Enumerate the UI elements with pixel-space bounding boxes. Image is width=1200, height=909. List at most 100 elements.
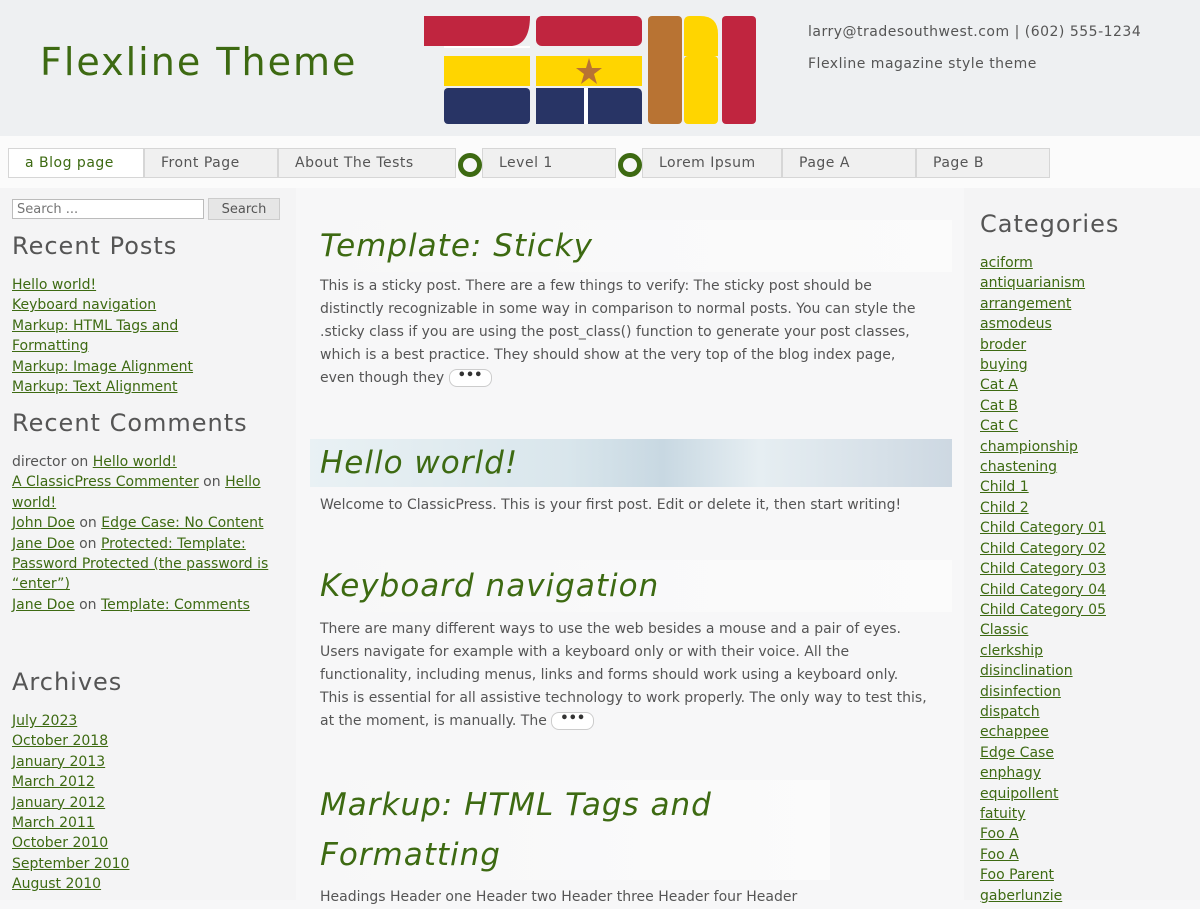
comment-author-link[interactable]: Jane Doe: [12, 536, 75, 552]
category-link[interactable]: antiquarianism: [980, 275, 1085, 291]
comment-item: Jane Doe on Protected: Template: Passwor…: [12, 534, 288, 595]
nav-item-lorem-ipsum[interactable]: Lorem Ipsum: [642, 148, 782, 178]
archive-link[interactable]: August 2010: [12, 876, 101, 892]
categories-list: aciform antiquarianism arrangement asmod…: [980, 253, 1106, 906]
comment-on-text: on: [79, 515, 97, 532]
category-link[interactable]: Cat B: [980, 398, 1018, 414]
archive-link[interactable]: September 2010: [12, 856, 129, 872]
post-title-link[interactable]: Keyboard navigation: [310, 560, 952, 612]
category-link[interactable]: Child 2: [980, 500, 1029, 516]
nav-item-page-b[interactable]: Page B: [916, 148, 1050, 178]
category-link[interactable]: Child Category 05: [980, 602, 1106, 618]
recent-post-link[interactable]: Hello world!: [12, 277, 96, 293]
category-link[interactable]: disinfection: [980, 684, 1061, 700]
category-link[interactable]: Cat C: [980, 418, 1018, 434]
category-link[interactable]: Foo A: [980, 847, 1019, 863]
recent-comments-list: director on Hello world! A ClassicPress …: [12, 452, 288, 615]
comment-item: director on Hello world!: [12, 452, 288, 472]
category-link[interactable]: championship: [980, 439, 1078, 455]
category-link[interactable]: aciform: [980, 255, 1033, 271]
category-link[interactable]: asmodeus: [980, 316, 1052, 332]
category-link[interactable]: buying: [980, 357, 1028, 373]
post-title-link[interactable]: Markup: HTML Tags and Formatting: [310, 780, 830, 880]
archive-link[interactable]: March 2011: [12, 815, 95, 831]
category-link[interactable]: Child Category 02: [980, 541, 1106, 557]
post-excerpt-text: This is a sticky post. There are a few t…: [320, 278, 916, 386]
recent-post-link[interactable]: Keyboard navigation: [12, 297, 156, 313]
comment-author: director: [12, 454, 67, 470]
post-title-link[interactable]: Template: Sticky: [310, 220, 952, 272]
nav-item-blog-page[interactable]: a Blog page: [8, 148, 144, 178]
search-input[interactable]: [12, 199, 204, 219]
post-title-link[interactable]: Hello world!: [310, 439, 952, 487]
comment-post-link[interactable]: Edge Case: No Content: [101, 515, 263, 531]
archive-link[interactable]: October 2010: [12, 835, 108, 851]
site-tagline: Flexline magazine style theme: [808, 56, 1037, 72]
category-link[interactable]: Foo A: [980, 826, 1019, 842]
site-logo[interactable]: [424, 16, 756, 124]
site-header: Flexline Theme larry@tradesouthwest.com …: [0, 0, 1200, 136]
post-excerpt: This is a sticky post. There are a few t…: [320, 275, 930, 390]
category-link[interactable]: dispatch: [980, 704, 1040, 720]
site-title[interactable]: Flexline Theme: [40, 40, 357, 84]
comment-on-text: on: [79, 535, 97, 552]
archive-link[interactable]: July 2023: [12, 713, 77, 729]
nav-item-about-the-tests[interactable]: About The Tests: [278, 148, 456, 178]
category-link[interactable]: Classic: [980, 622, 1028, 638]
recent-posts-heading: Recent Posts: [12, 232, 178, 260]
category-link[interactable]: Child Category 04: [980, 582, 1106, 598]
category-link[interactable]: Cat A: [980, 377, 1018, 393]
comment-author-link[interactable]: John Doe: [12, 515, 75, 531]
archive-link[interactable]: January 2013: [12, 754, 105, 770]
search-button[interactable]: Search: [208, 198, 280, 220]
post-excerpt: Welcome to ClassicPress. This is your fi…: [320, 497, 902, 513]
archives-list: July 2023 October 2018 January 2013 Marc…: [12, 711, 129, 895]
category-link[interactable]: broder: [980, 337, 1026, 353]
category-link[interactable]: echappee: [980, 724, 1049, 740]
category-link[interactable]: chastening: [980, 459, 1057, 475]
contact-info: larry@tradesouthwest.com | (602) 555-123…: [808, 24, 1142, 40]
recent-post-link[interactable]: Formatting: [12, 338, 88, 354]
archive-link[interactable]: January 2012: [12, 795, 105, 811]
post-excerpt: Headings Header one Header two Header th…: [320, 889, 798, 905]
category-link[interactable]: arrangement: [980, 296, 1071, 312]
category-link[interactable]: Child Category 03: [980, 561, 1106, 577]
archive-link[interactable]: March 2012: [12, 774, 95, 790]
comment-post-link[interactable]: Template: Comments: [101, 597, 250, 613]
read-more-button[interactable]: •••: [448, 369, 492, 387]
post-excerpt-text: There are many different ways to use the…: [320, 621, 927, 729]
post-excerpt: There are many different ways to use the…: [320, 618, 930, 733]
category-link[interactable]: Child 1: [980, 479, 1029, 495]
comment-on-text: on: [79, 596, 97, 613]
comment-on-text: on: [203, 474, 221, 491]
archives-heading: Archives: [12, 668, 123, 696]
comment-on-text: on: [70, 454, 89, 470]
category-link[interactable]: Edge Case: [980, 745, 1054, 761]
category-link[interactable]: Foo Parent: [980, 867, 1054, 883]
recent-posts-list: Hello world! Keyboard navigation Markup:…: [12, 275, 193, 397]
category-link[interactable]: fatuity: [980, 806, 1026, 822]
read-more-button[interactable]: •••: [551, 712, 595, 730]
recent-post-link[interactable]: Markup: Text Alignment: [12, 379, 178, 395]
recent-post-link[interactable]: Markup: Image Alignment: [12, 359, 193, 375]
category-link[interactable]: clerkship: [980, 643, 1043, 659]
category-link[interactable]: gaberlunzie: [980, 888, 1062, 904]
category-link[interactable]: Child Category 01: [980, 520, 1106, 536]
submenu-indicator-icon: [458, 153, 482, 177]
comment-item: Jane Doe on Template: Comments: [12, 595, 288, 615]
comment-post-link[interactable]: Hello world!: [93, 454, 177, 470]
category-link[interactable]: disinclination: [980, 663, 1073, 679]
archive-link[interactable]: October 2018: [12, 733, 108, 749]
nav-item-level-1[interactable]: Level 1: [482, 148, 616, 178]
main-navigation: a Blog page Front Page About The Tests L…: [0, 136, 1200, 188]
comment-item: A ClassicPress Commenter on Hello world!: [12, 472, 288, 513]
comment-item: John Doe on Edge Case: No Content: [12, 513, 288, 533]
nav-item-front-page[interactable]: Front Page: [144, 148, 278, 178]
recent-post-link[interactable]: Markup: HTML Tags and: [12, 318, 178, 334]
comment-author-link[interactable]: A ClassicPress Commenter: [12, 474, 199, 490]
recent-comments-heading: Recent Comments: [12, 409, 248, 437]
category-link[interactable]: enphagy: [980, 765, 1041, 781]
nav-item-page-a[interactable]: Page A: [782, 148, 916, 178]
category-link[interactable]: equipollent: [980, 786, 1058, 802]
comment-author-link[interactable]: Jane Doe: [12, 597, 75, 613]
